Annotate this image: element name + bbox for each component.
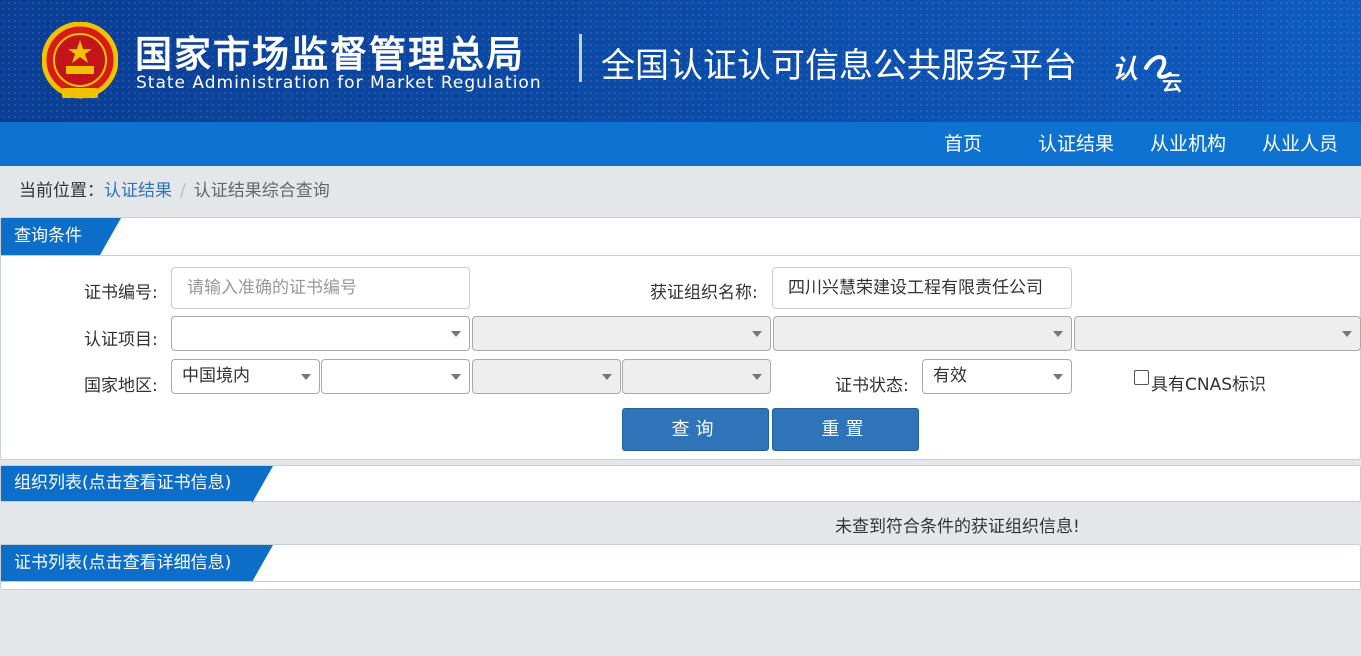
nav-item-home[interactable]: 首页 <box>944 122 982 166</box>
query-panel-header: 查询条件 <box>1 218 1360 256</box>
region-select-1[interactable]: 中国境内 <box>171 359 320 394</box>
org-list-panel-title: 组织列表(点击查看证书信息) <box>1 466 273 503</box>
nav-item-institutions[interactable]: 从业机构 <box>1150 122 1226 166</box>
cert-project-select-1[interactable] <box>171 316 470 351</box>
chevron-down-icon <box>451 374 461 380</box>
org-list-panel-header: 组织列表(点击查看证书信息) <box>1 466 1360 503</box>
breadcrumb-separator: / <box>180 181 186 201</box>
org-list-empty-message: 未查到符合条件的获证组织信息! <box>835 517 1080 537</box>
status-label: 证书状态: <box>835 376 909 396</box>
chevron-down-icon <box>1053 374 1063 380</box>
breadcrumb: 当前位置：认证结果 / 认证结果综合查询 <box>19 176 330 201</box>
cert-project-select-4[interactable] <box>1074 316 1361 351</box>
nav-item-practitioners[interactable]: 从业人员 <box>1262 122 1338 166</box>
cert-list-panel-header: 证书列表(点击查看详细信息) <box>1 545 1360 582</box>
chevron-down-icon <box>1053 331 1063 337</box>
chevron-down-icon <box>602 374 612 380</box>
cert-project-label: 认证项目: <box>84 330 158 350</box>
cert-no-label: 证书编号: <box>84 283 158 303</box>
org-name-en: State Administration for Market Regulati… <box>136 73 542 93</box>
region-select-4[interactable] <box>622 359 771 394</box>
chevron-down-icon <box>451 331 461 337</box>
org-name-label: 获证组织名称: <box>650 283 758 303</box>
national-emblem-icon <box>42 22 118 99</box>
nav-item-cert-results[interactable]: 认证结果 <box>1038 122 1114 166</box>
region-label: 国家地区: <box>84 376 158 396</box>
cert-list-panel: 证书列表(点击查看详细信息) <box>0 544 1361 590</box>
region-select-2[interactable] <box>321 359 470 394</box>
org-list-panel: 组织列表(点击查看证书信息) <box>0 465 1361 503</box>
chevron-down-icon <box>752 331 762 337</box>
cert-list-panel-title: 证书列表(点击查看详细信息) <box>1 545 273 582</box>
platform-title: 全国认证认可信息公共服务平台 <box>601 46 1077 86</box>
org-name-input[interactable]: 四川兴慧荣建设工程有限责任公司 <box>772 267 1072 309</box>
cnas-checkbox[interactable] <box>1134 370 1149 385</box>
logo-text-1: 认 <box>1112 55 1138 85</box>
status-select[interactable]: 有效 <box>922 359 1072 394</box>
cert-project-select-3[interactable] <box>773 316 1072 351</box>
region-select-1-value: 中国境内 <box>182 366 250 386</box>
query-panel-title: 查询条件 <box>1 218 121 255</box>
chevron-down-icon <box>1342 331 1352 337</box>
cert-project-select-2[interactable] <box>472 316 771 351</box>
reset-button[interactable]: 重置 <box>772 408 919 451</box>
breadcrumb-current: 认证结果综合查询 <box>193 181 330 201</box>
site-header: 国家市场监督管理总局 State Administration for Mark… <box>0 0 1361 122</box>
header-divider <box>579 34 582 82</box>
cert-no-input[interactable]: 请输入准确的证书编号 <box>171 267 470 309</box>
logo-text-2: 云 <box>1162 71 1182 94</box>
region-select-3[interactable] <box>472 359 621 394</box>
search-button[interactable]: 查询 <box>622 408 769 451</box>
breadcrumb-prefix: 当前位置： <box>19 181 104 201</box>
org-name-cn: 国家市场监督管理总局 <box>135 33 525 76</box>
breadcrumb-link[interactable]: 认证结果 <box>104 181 172 201</box>
chevron-down-icon <box>301 374 311 380</box>
main-nav: 首页 认证结果 从业机构 从业人员 <box>0 122 1361 166</box>
status-select-value: 有效 <box>933 366 967 386</box>
platform-logo: 认 云 <box>1112 55 1182 94</box>
cnas-label: 具有CNAS标识 <box>1151 375 1267 395</box>
chevron-down-icon <box>752 374 762 380</box>
